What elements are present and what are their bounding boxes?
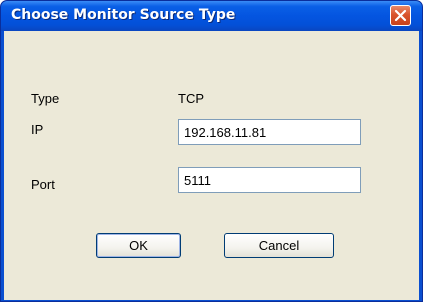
- dialog-title: Choose Monitor Source Type: [11, 7, 236, 23]
- ok-button[interactable]: OK: [96, 233, 181, 258]
- type-value: TCP: [178, 91, 204, 106]
- close-button[interactable]: [390, 5, 411, 26]
- cancel-button[interactable]: Cancel: [224, 233, 334, 258]
- port-input[interactable]: [178, 167, 361, 193]
- title-bar[interactable]: Choose Monitor Source Type: [1, 1, 422, 31]
- ip-input[interactable]: [178, 119, 361, 145]
- ip-label: IP: [31, 122, 44, 137]
- type-label: Type: [31, 91, 60, 106]
- close-icon: [394, 9, 407, 22]
- port-label: Port: [31, 177, 55, 192]
- dialog-window: Choose Monitor Source Type Type TCP IP P…: [0, 0, 423, 302]
- dialog-body: Type TCP IP Port OK Cancel: [4, 31, 419, 300]
